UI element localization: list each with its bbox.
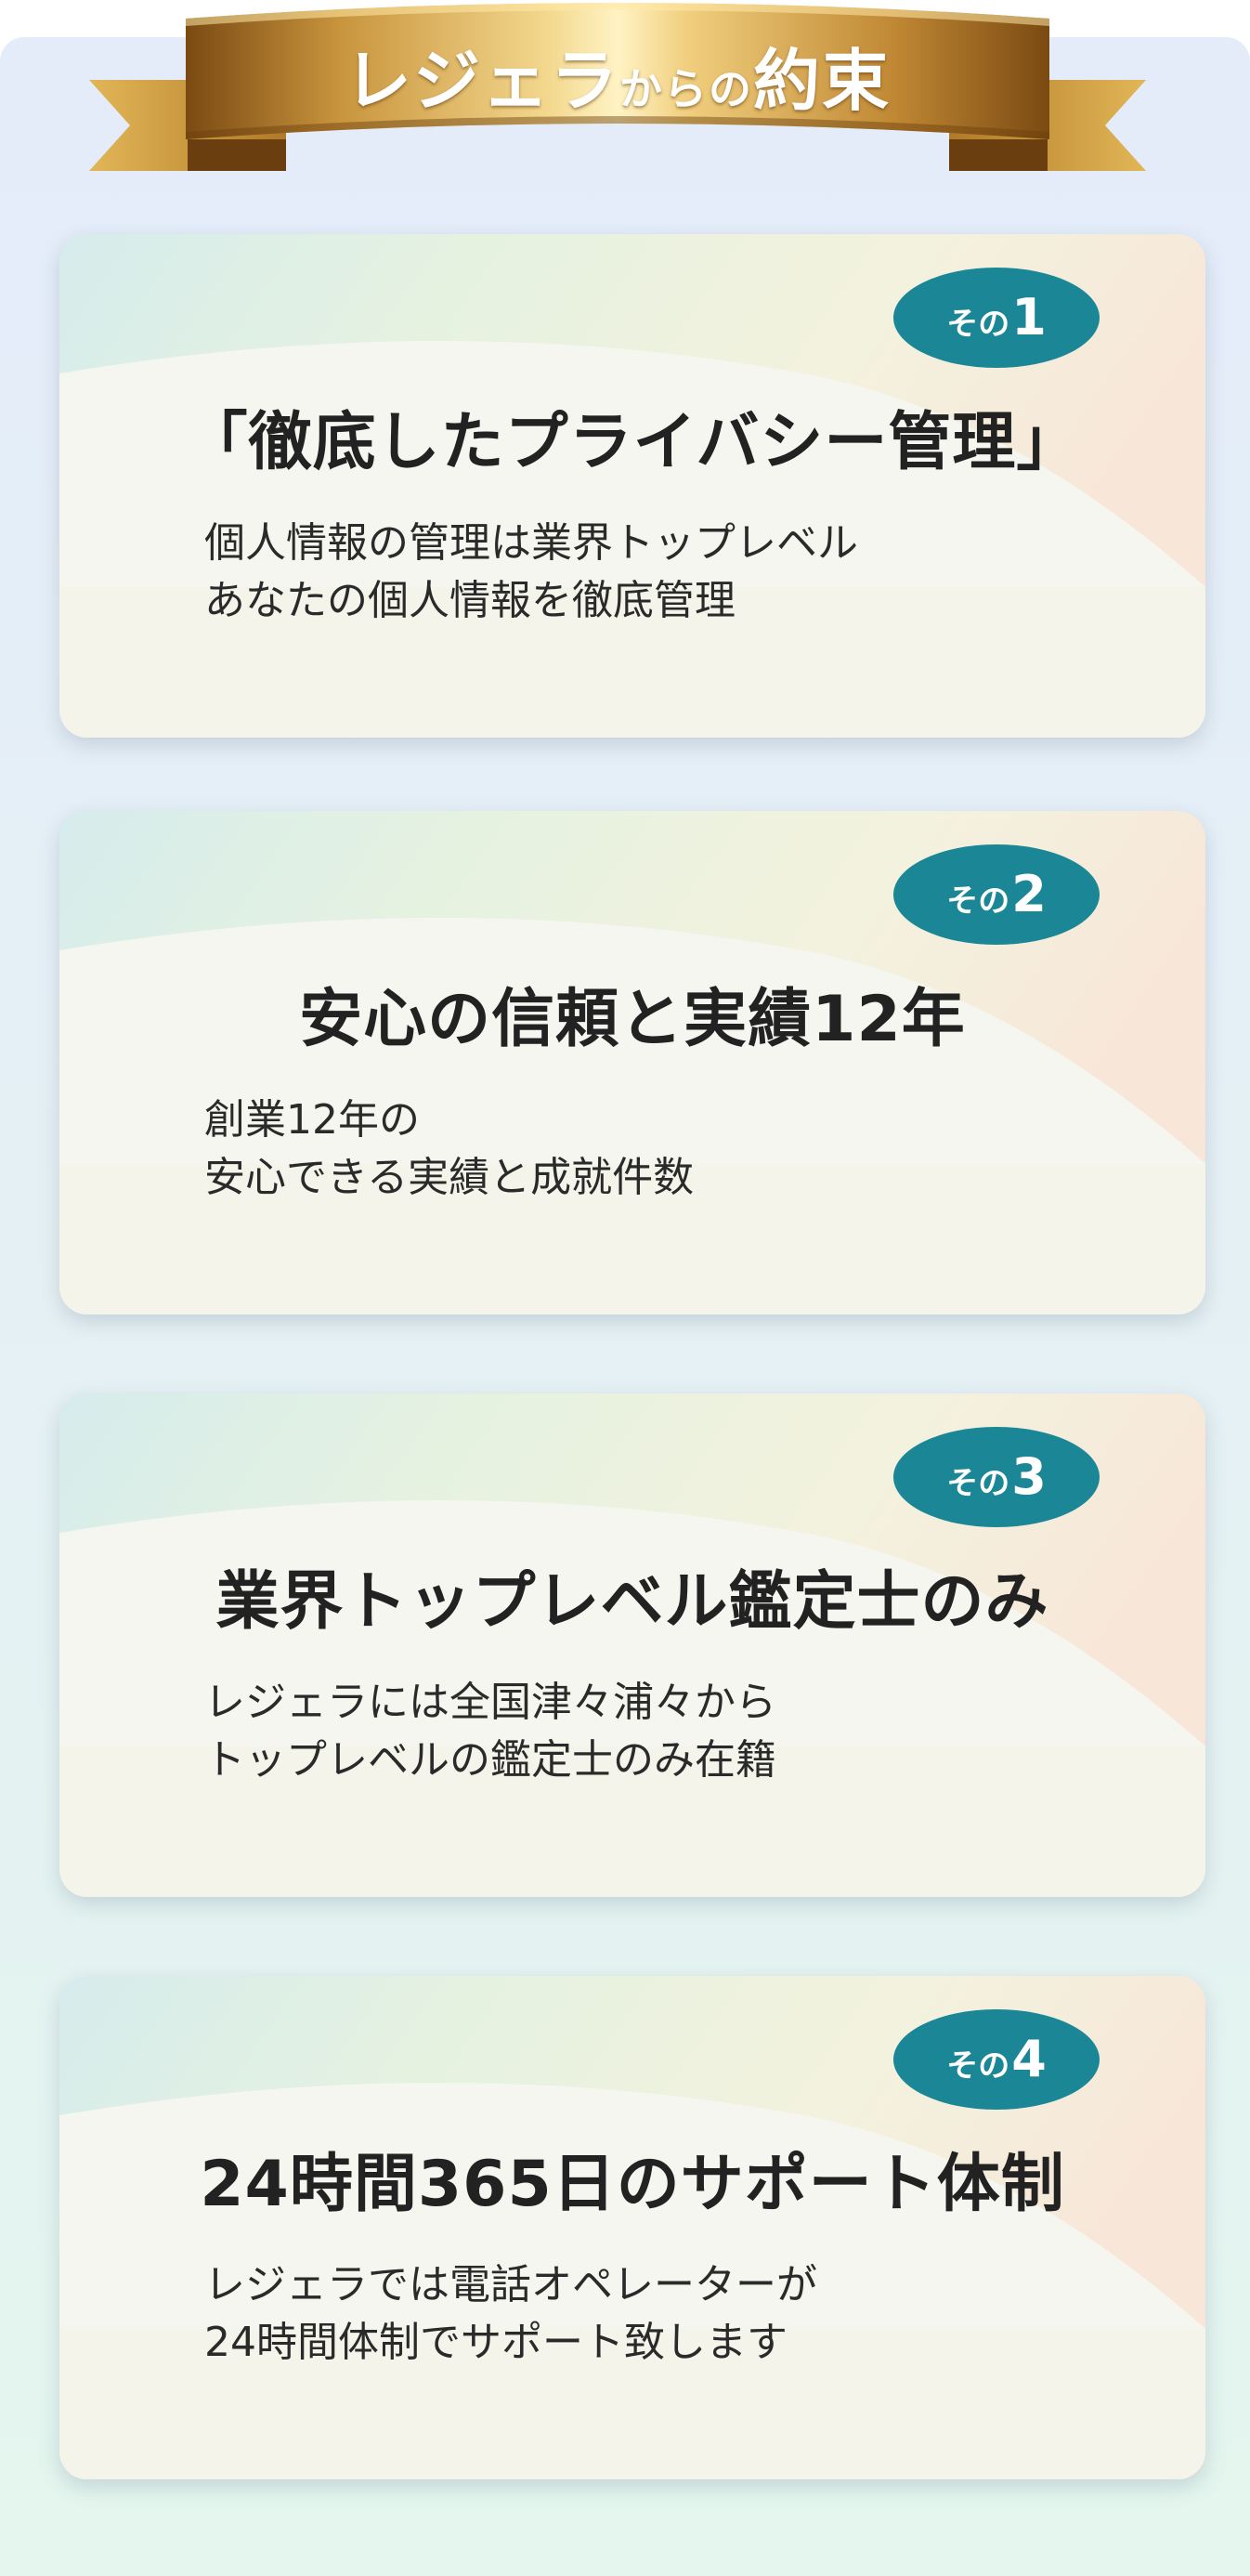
badge-number: 2 (1011, 865, 1047, 923)
promise-title: 業界トップレベル鑑定士のみ (215, 1565, 1049, 1639)
promise-badge: その2 (893, 844, 1100, 945)
banner-title-particle: からの (619, 64, 753, 114)
promise-description-line: 安心できる実績と成就件数 (204, 1154, 695, 1201)
promise-description-line: 創業12年の (204, 1096, 420, 1144)
badge-prefix: その (946, 1465, 1010, 1502)
promise-card-1: その1 「徹底したプライバシー管理」 個人情報の管理は業界トップレベル あなたの… (59, 234, 1205, 738)
banner-title-promise: 約束 (753, 42, 892, 120)
banner-title-brand: レジェラ (344, 42, 619, 120)
promise-description: レジェラでは電話オペレーターが 24時間体制でサポート致します (204, 2256, 1096, 2372)
promise-description-line: あなたの個人情報を徹底管理 (204, 577, 736, 624)
badge-prefix: その (946, 883, 1010, 920)
promise-description: 個人情報の管理は業界トップレベル あなたの個人情報を徹底管理 (204, 515, 1096, 630)
promise-description: レジェラには全国津々浦々から トップレベルの鑑定士のみ在籍 (204, 1674, 1096, 1789)
promise-title: 24時間365日のサポート体制 (200, 2148, 1065, 2221)
promise-description-line: レジェラには全国津々浦々から (204, 1679, 776, 1726)
promise-title: 安心の信頼と実績12年 (299, 983, 966, 1056)
badge-number: 3 (1011, 1447, 1047, 1506)
promise-banner: レジェラからの約束 (89, 0, 1146, 177)
promise-card-4: その4 24時間365日のサポート体制 レジェラでは電話オペレーターが 24時間… (59, 1976, 1205, 2479)
promise-description-line: レジェラでは電話オペレーターが (204, 2261, 817, 2308)
promise-badge: その4 (893, 2009, 1100, 2110)
promise-badge: その1 (893, 268, 1100, 368)
promise-card-3: その3 業界トップレベル鑑定士のみ レジェラには全国津々浦々から トップレベルの… (59, 1393, 1205, 1897)
promise-title: 「徹底したプライバシー管理」 (184, 406, 1081, 479)
badge-number: 4 (1011, 2030, 1047, 2088)
promise-badge: その3 (893, 1427, 1100, 1527)
promise-description-line: 個人情報の管理は業界トップレベル (204, 519, 858, 567)
banner-title: レジェラからの約束 (89, 26, 1146, 124)
badge-prefix: その (946, 306, 1010, 343)
badge-prefix: その (946, 2047, 1010, 2085)
badge-number: 1 (1011, 288, 1047, 347)
promise-description-line: 24時間体制でサポート致します (204, 2319, 788, 2366)
promise-description-line: トップレベルの鑑定士のみ在籍 (204, 1736, 776, 1784)
promise-description: 創業12年の 安心できる実績と成就件数 (204, 1092, 1096, 1207)
promise-card-2: その2 安心の信頼と実績12年 創業12年の 安心できる実績と成就件数 (59, 811, 1205, 1314)
